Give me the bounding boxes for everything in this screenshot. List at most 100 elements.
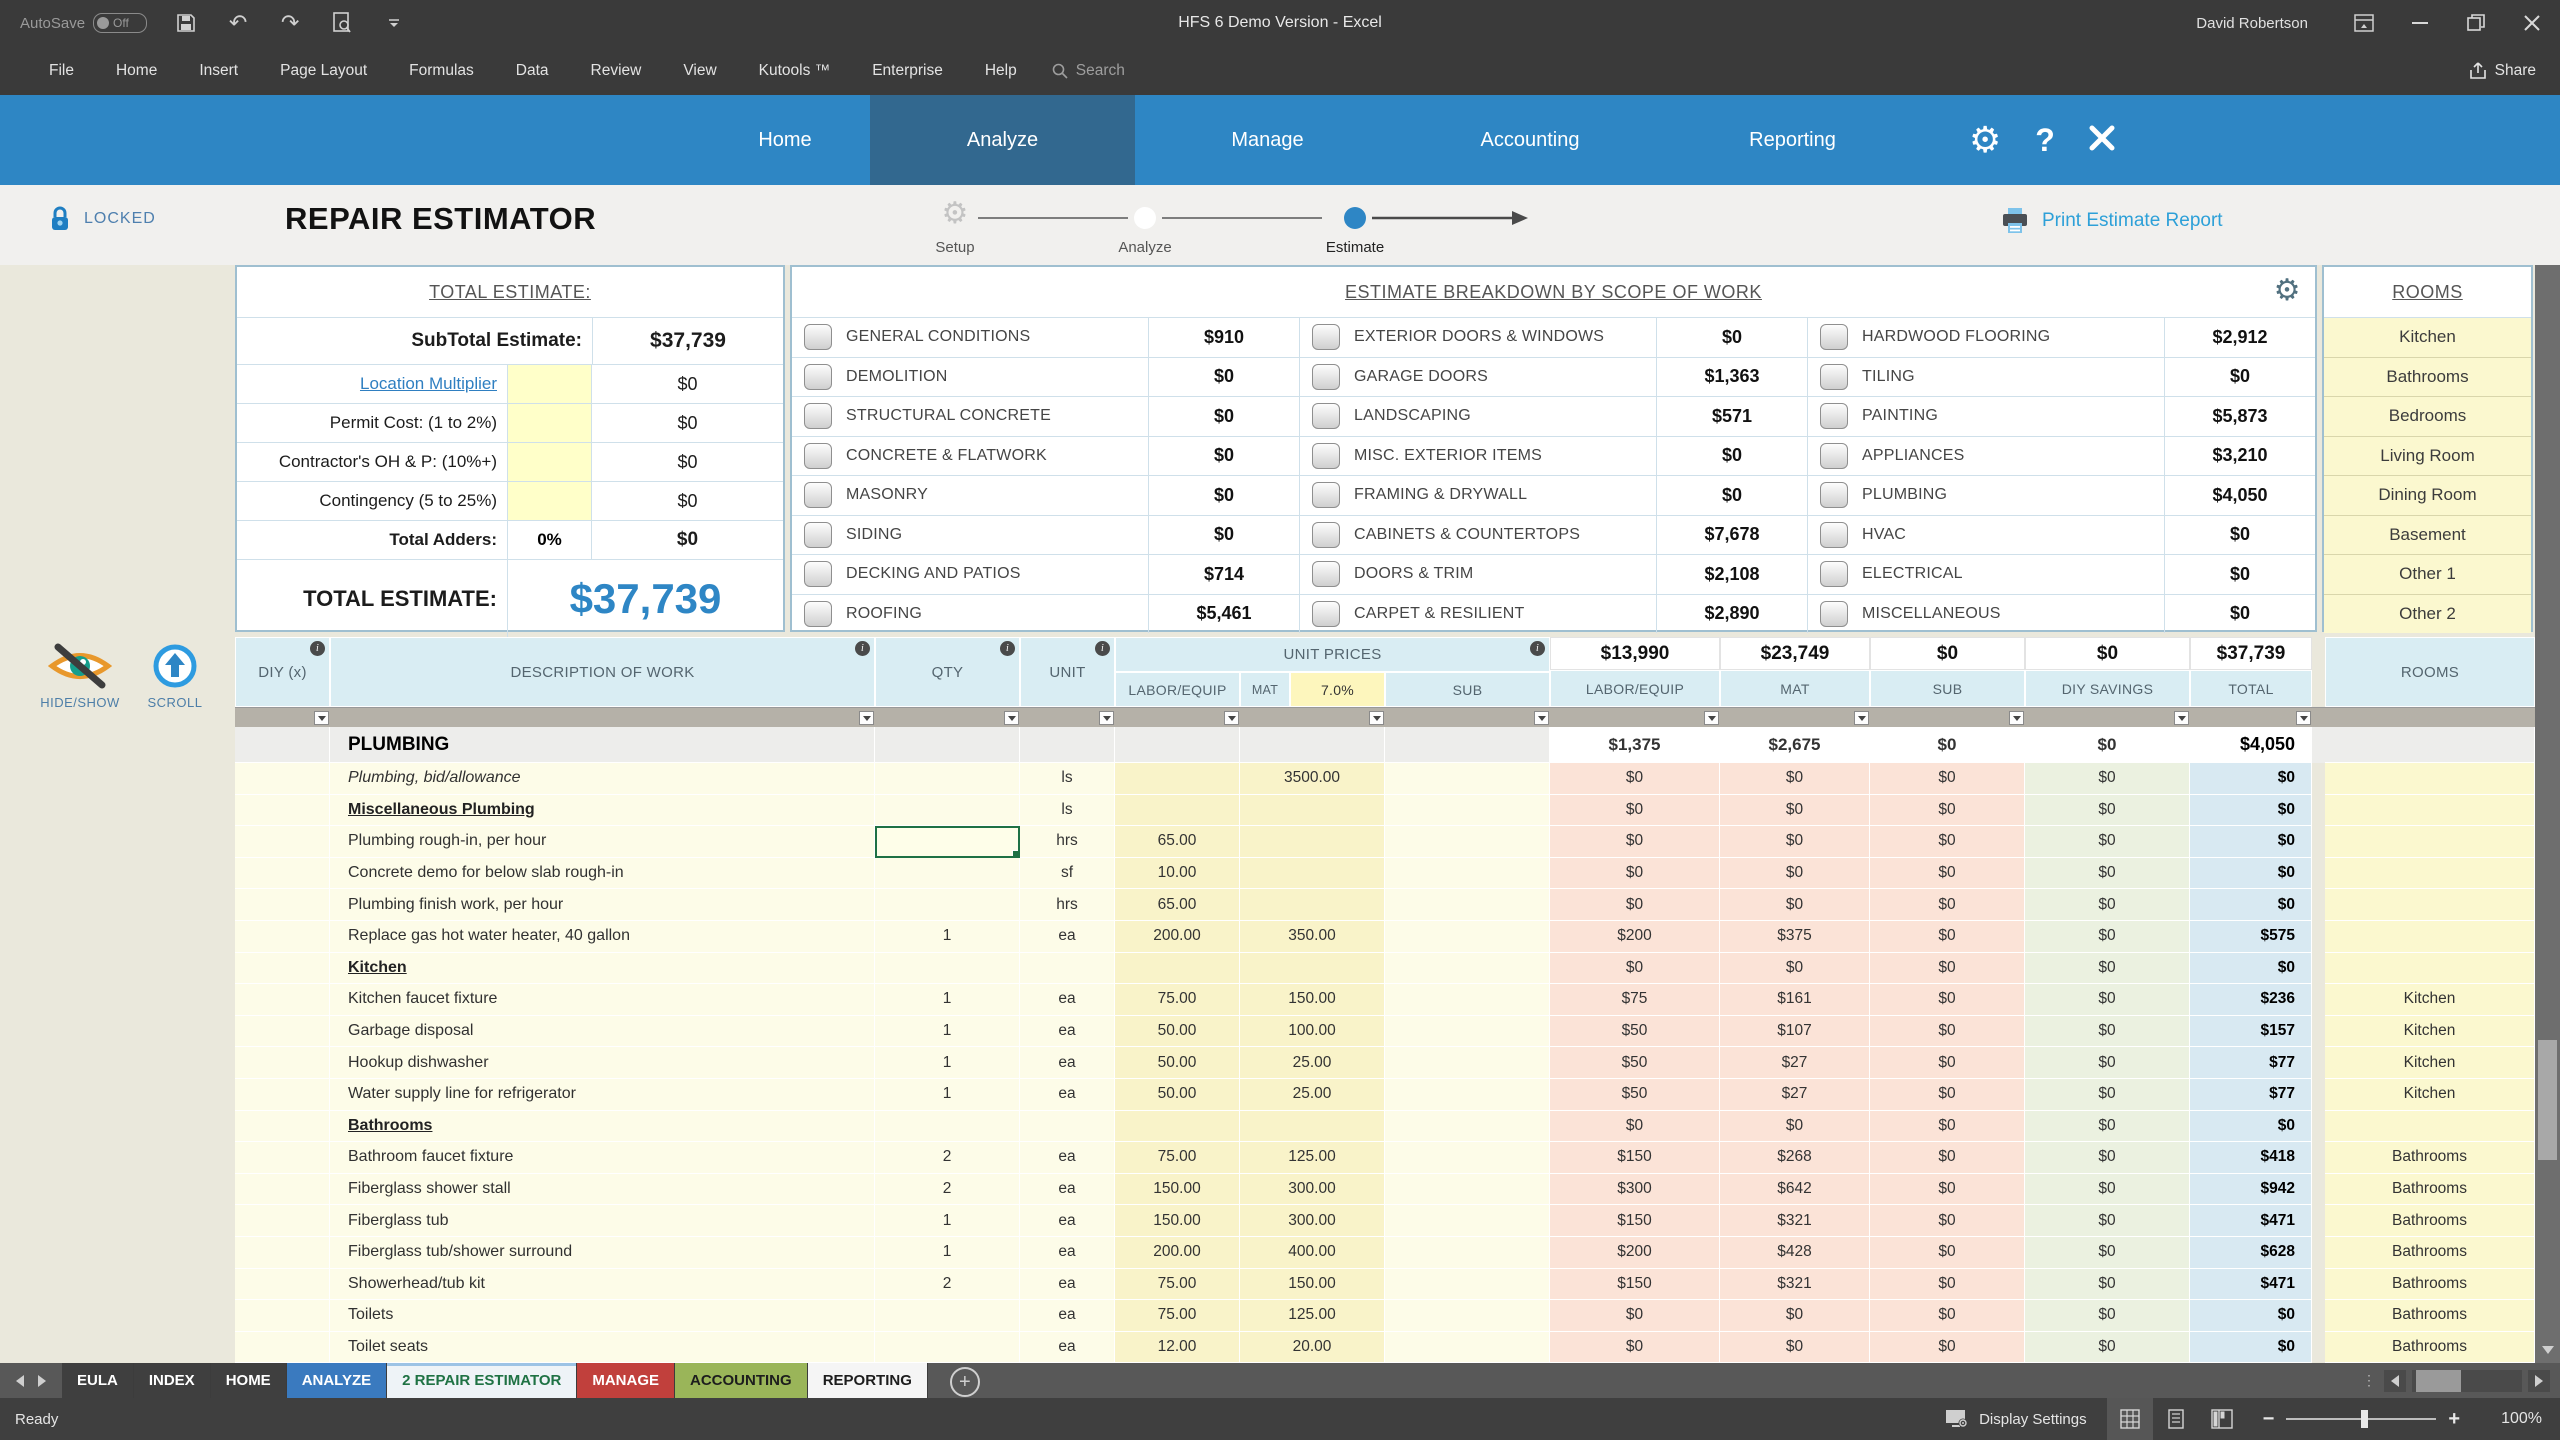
ribbon-tab-insert[interactable]: Insert <box>178 54 259 88</box>
nav-tab-manage[interactable]: Manage <box>1135 95 1400 185</box>
room-cell-living-room[interactable]: Living Room <box>2324 436 2531 476</box>
scope-checkbox[interactable] <box>1820 482 1848 509</box>
ribbon-tab-review[interactable]: Review <box>570 54 663 88</box>
room-cell-bathrooms[interactable]: Bathrooms <box>2324 357 2531 397</box>
filter-dropdown-icon[interactable] <box>1534 711 1549 725</box>
scope-checkbox[interactable] <box>804 600 832 627</box>
cell-room[interactable]: Bathrooms <box>2325 1205 2535 1237</box>
cell-description[interactable]: Fiberglass tub <box>330 1205 875 1237</box>
scroll-button[interactable]: SCROLL <box>115 643 235 710</box>
scope-checkbox[interactable] <box>1820 363 1848 390</box>
cell-total[interactable]: $0 <box>2190 1300 2312 1332</box>
cell-labor-total[interactable]: $50 <box>1550 1015 1720 1048</box>
cell-unit[interactable]: ea <box>1020 1205 1115 1237</box>
normal-view-button[interactable] <box>2106 1398 2153 1440</box>
cell-qty[interactable] <box>875 952 1020 985</box>
cell-qty[interactable] <box>875 857 1020 890</box>
cell-unit-price-mat[interactable] <box>1240 727 1385 763</box>
cell-room[interactable] <box>2325 952 2535 985</box>
cell-labor-total[interactable]: $200 <box>1550 1236 1720 1269</box>
info-icon[interactable]: i <box>1000 641 1015 656</box>
cell-diy[interactable] <box>235 1236 330 1269</box>
cell-diy-savings[interactable]: $0 <box>2025 826 2190 858</box>
cell-unit-price-mat[interactable] <box>1240 952 1385 985</box>
close-button[interactable] <box>2504 0 2560 46</box>
page-layout-view-button[interactable] <box>2153 1398 2199 1440</box>
cell-description[interactable]: Replace gas hot water heater, 40 gallon <box>330 920 875 953</box>
ribbon-display-options-icon[interactable] <box>2336 0 2392 46</box>
minimize-button[interactable] <box>2392 0 2448 46</box>
vertical-scrollbar[interactable] <box>2535 265 2560 1363</box>
cell-unit[interactable]: ls <box>1020 794 1115 827</box>
cell-sub-total[interactable]: $0 <box>1870 1047 2025 1079</box>
cell-diy-savings[interactable]: $0 <box>2025 984 2190 1016</box>
cell-unit-price-labor[interactable]: 50.00 <box>1115 1015 1240 1048</box>
cell-sub-total[interactable]: $0 <box>1870 794 2025 827</box>
scope-checkbox[interactable] <box>804 561 832 588</box>
cell-total[interactable]: $418 <box>2190 1142 2312 1174</box>
cell-mat-total[interactable]: $27 <box>1720 1078 1870 1111</box>
filter-dropdown-icon[interactable] <box>2296 711 2311 725</box>
cell-qty[interactable] <box>875 763 1020 795</box>
cell-mat-total[interactable]: $0 <box>1720 763 1870 795</box>
info-icon[interactable]: i <box>1530 641 1545 656</box>
cell-unit-price-sub[interactable] <box>1385 1110 1550 1143</box>
cell-unit-price-sub[interactable] <box>1385 857 1550 890</box>
cell-diy[interactable] <box>235 1268 330 1301</box>
cell-mat-total[interactable]: $27 <box>1720 1047 1870 1079</box>
cell-unit-price-sub[interactable] <box>1385 826 1550 858</box>
cell-mat-total[interactable]: $2,675 <box>1720 727 1870 763</box>
cell-unit-price-labor[interactable]: 150.00 <box>1115 1205 1240 1237</box>
cell-unit-price-mat[interactable]: 400.00 <box>1240 1236 1385 1269</box>
cell-unit-price-mat[interactable] <box>1240 889 1385 921</box>
cell-unit-price-labor[interactable]: 75.00 <box>1115 984 1240 1016</box>
scroll-down-arrow[interactable] <box>2535 1337 2560 1363</box>
cell-diy[interactable] <box>235 794 330 827</box>
scrollbar-grip-icon[interactable]: ⋮ <box>2362 1372 2378 1389</box>
cell-room[interactable]: Kitchen <box>2325 1015 2535 1048</box>
cell-room[interactable] <box>2325 920 2535 953</box>
cell-qty[interactable]: 1 <box>875 1236 1020 1269</box>
cell-unit[interactable]: ea <box>1020 1268 1115 1301</box>
filter-dropdown-icon[interactable] <box>1854 711 1869 725</box>
scope-checkbox[interactable] <box>1820 561 1848 588</box>
cell-description[interactable]: Toilets <box>330 1300 875 1332</box>
cell-sub-total[interactable]: $0 <box>1870 1110 2025 1143</box>
filter-dropdown-icon[interactable] <box>1004 711 1019 725</box>
cell-total[interactable]: $471 <box>2190 1205 2312 1237</box>
cell-diy[interactable] <box>235 1331 330 1364</box>
cell-description[interactable]: Toilet seats <box>330 1331 875 1364</box>
save-icon[interactable] <box>173 10 199 36</box>
cell-sub-total[interactable]: $0 <box>1870 727 2025 763</box>
cell-total[interactable]: $236 <box>2190 984 2312 1016</box>
new-sheet-button[interactable]: + <box>949 1367 980 1397</box>
cell-sub-total[interactable]: $0 <box>1870 889 2025 921</box>
zoom-level[interactable]: 100% <box>2478 1410 2542 1428</box>
scope-checkbox[interactable] <box>1820 442 1848 469</box>
cell-sub-total[interactable]: $0 <box>1870 1078 2025 1111</box>
vertical-scrollbar-thumb[interactable] <box>2538 1040 2557 1160</box>
cell-qty[interactable]: 1 <box>875 920 1020 953</box>
ribbon-tab-help[interactable]: Help <box>964 54 1038 88</box>
step-estimate-marker[interactable] <box>1344 207 1366 229</box>
scope-checkbox[interactable] <box>1312 403 1340 430</box>
cell-diy[interactable] <box>235 857 330 890</box>
cell-diy-savings[interactable]: $0 <box>2025 763 2190 795</box>
cell-mat-total[interactable]: $107 <box>1720 1015 1870 1048</box>
zoom-slider[interactable] <box>2286 1410 2437 1428</box>
nav-tab-analyze[interactable]: Analyze <box>870 95 1135 185</box>
cell-unit-price-mat[interactable]: 150.00 <box>1240 1268 1385 1301</box>
cell-sub-total[interactable]: $0 <box>1870 1236 2025 1269</box>
cell-labor-total[interactable]: $0 <box>1550 889 1720 921</box>
cell-sub-total[interactable]: $0 <box>1870 1268 2025 1301</box>
cell-unit[interactable]: hrs <box>1020 889 1115 921</box>
cell-unit[interactable]: ea <box>1020 984 1115 1016</box>
tab-scroll-right-icon[interactable] <box>38 1374 46 1387</box>
undo-icon[interactable]: ↶ <box>225 10 251 36</box>
cell-unit-price-labor[interactable] <box>1115 1110 1240 1143</box>
cell-room[interactable] <box>2325 727 2535 763</box>
step-analyze-marker[interactable] <box>1134 207 1156 229</box>
cell-qty[interactable] <box>875 1331 1020 1364</box>
cell-unit[interactable]: ea <box>1020 1173 1115 1206</box>
cell-unit-price-sub[interactable] <box>1385 1331 1550 1364</box>
